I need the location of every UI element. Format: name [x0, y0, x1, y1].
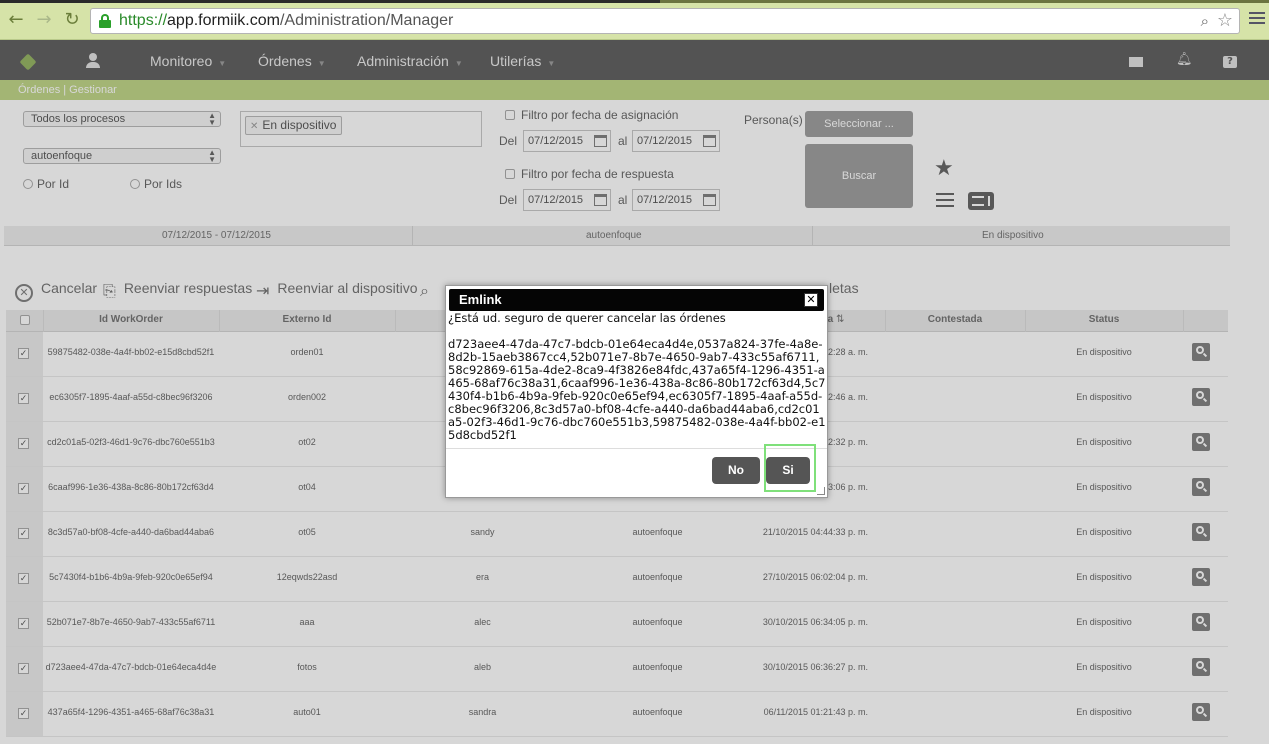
back-icon[interactable]: ← — [6, 10, 26, 30]
search-icon[interactable]: ⌕ — [1201, 12, 1209, 30]
dialog-title-bar[interactable]: Emlink ✕ — [449, 289, 824, 311]
browser-menu-icon[interactable] — [1249, 12, 1265, 26]
confirm-dialog: Emlink ✕ ¿Está ud. seguro de querer canc… — [445, 285, 828, 498]
app-root: { "browser": { "url_protocol": "https://… — [0, 0, 1269, 744]
no-button[interactable]: No — [712, 457, 760, 484]
dialog-order-ids: d723aee4-47da-47c7-bdcb-01e64eca4d4e,053… — [448, 337, 826, 442]
browser-toolbar: ← → ↻ https://app.formiik.com/Administra… — [0, 0, 1269, 40]
url-text[interactable]: https://app.formiik.com/Administration/M… — [119, 12, 453, 30]
bookmark-star-icon[interactable]: ☆ — [1217, 10, 1233, 31]
close-icon[interactable]: ✕ — [804, 293, 818, 307]
forward-icon[interactable]: → — [34, 10, 54, 30]
url-host: app.formiik.com — [167, 12, 280, 29]
dialog-question: ¿Está ud. seguro de querer cancelar las … — [448, 312, 726, 325]
url-path: /Administration/Manager — [279, 12, 454, 29]
lock-icon — [99, 14, 111, 28]
url-protocol: https:// — [119, 12, 168, 29]
resize-grip-icon[interactable] — [817, 487, 825, 495]
address-bar[interactable]: https://app.formiik.com/Administration/M… — [90, 8, 1240, 34]
yes-button[interactable]: Si — [766, 457, 810, 484]
dialog-title: Emlink — [459, 292, 502, 307]
dialog-message: ¿Está ud. seguro de querer cancelar las … — [448, 312, 826, 448]
browser-tab-strip — [0, 0, 1269, 3]
reload-icon[interactable]: ↻ — [62, 10, 82, 30]
